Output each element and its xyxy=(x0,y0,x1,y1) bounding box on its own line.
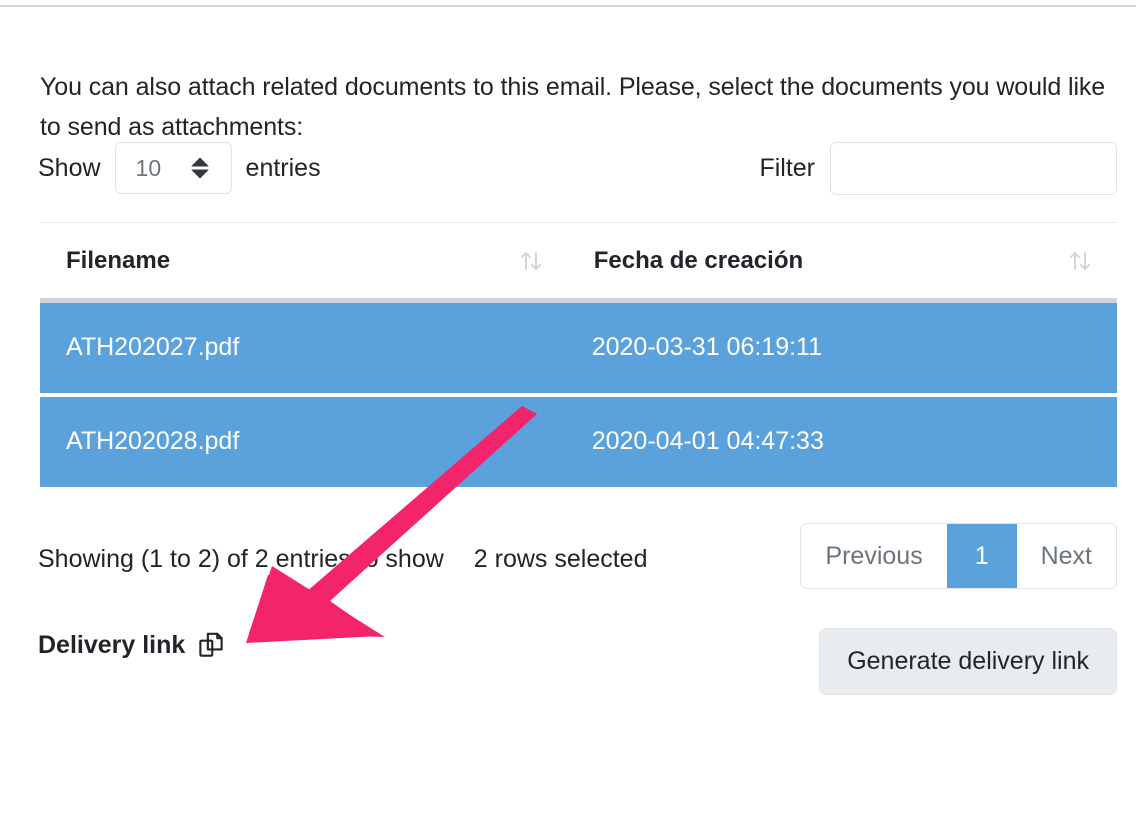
top-divider xyxy=(0,5,1136,7)
chevron-updown-icon xyxy=(191,158,209,179)
pagination-previous-button[interactable]: Previous xyxy=(801,524,946,588)
cell-created: 2020-03-31 06:19:11 xyxy=(568,301,1117,396)
page-length-select[interactable]: 10 xyxy=(115,142,232,194)
sort-updown-icon xyxy=(1067,248,1093,274)
intro-text: You can also attach related documents to… xyxy=(40,67,1110,147)
filter-input[interactable] xyxy=(830,142,1117,195)
cell-filename: ATH202027.pdf xyxy=(40,301,568,396)
delivery-link-label: Delivery link xyxy=(38,631,185,660)
column-header-fecha[interactable]: Fecha de creación xyxy=(568,223,1117,301)
column-header-filename[interactable]: Filename xyxy=(40,223,568,301)
table-info: Showing (1 to 2) of 2 entries to show 2 … xyxy=(38,545,647,574)
showing-entries-text: Showing (1 to 2) of 2 entries to show xyxy=(38,545,444,574)
cell-created: 2020-04-01 04:47:33 xyxy=(568,395,1117,487)
generate-delivery-link-button[interactable]: Generate delivery link xyxy=(819,628,1117,695)
table-row[interactable]: ATH202028.pdf 2020-04-01 04:47:33 xyxy=(40,395,1117,487)
delivery-link-row: Delivery link xyxy=(38,630,226,660)
page-length-control: Show 10 entries xyxy=(38,142,321,194)
filter-label: Filter xyxy=(759,154,815,183)
table-header-row: Filename Fecha de creación xyxy=(40,223,1117,301)
attachment-selector-panel: You can also attach related documents to… xyxy=(0,0,1136,822)
filter-control: Filter xyxy=(759,142,1117,195)
show-label: Show xyxy=(38,154,101,183)
pagination-next-button[interactable]: Next xyxy=(1017,524,1116,588)
entries-label: entries xyxy=(246,154,321,183)
pagination-page-1-button[interactable]: 1 xyxy=(947,524,1017,588)
rows-selected-text: 2 rows selected xyxy=(474,545,648,574)
table-row[interactable]: ATH202027.pdf 2020-03-31 06:19:11 xyxy=(40,301,1117,396)
copy-icon[interactable] xyxy=(196,630,226,660)
cell-filename: ATH202028.pdf xyxy=(40,395,568,487)
sort-updown-icon xyxy=(518,248,544,274)
column-header-fecha-label: Fecha de creación xyxy=(594,247,803,275)
page-length-value: 10 xyxy=(116,155,162,182)
column-header-filename-label: Filename xyxy=(66,247,170,275)
documents-table: Filename Fecha de creación xyxy=(40,222,1117,487)
pagination: Previous 1 Next xyxy=(800,523,1117,589)
